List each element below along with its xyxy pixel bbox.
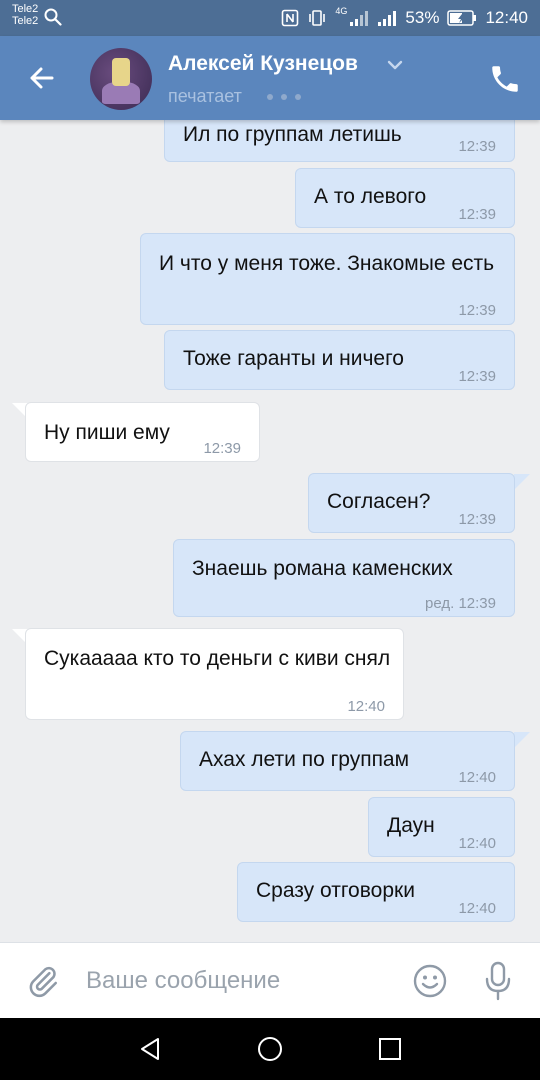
phone-icon[interactable] bbox=[488, 62, 522, 96]
message-text: Тоже гаранты и ничего bbox=[183, 347, 404, 370]
vibrate-icon bbox=[309, 10, 326, 26]
message-bubble-outgoing[interactable]: И что у меня тоже. Знакомые есть 12:39 bbox=[140, 233, 515, 325]
back-arrow-icon[interactable] bbox=[24, 60, 60, 96]
message-time: ред. 12:39 bbox=[425, 595, 496, 612]
network-type: 4G bbox=[335, 6, 348, 16]
signal-icon-2 bbox=[378, 11, 397, 26]
message-time: 12:40 bbox=[347, 698, 385, 715]
avatar-figure-head bbox=[112, 58, 130, 86]
message-time: 12:39 bbox=[458, 138, 496, 155]
avatar[interactable] bbox=[90, 48, 152, 110]
chevron-down-icon[interactable] bbox=[386, 58, 404, 72]
system-nav-bar bbox=[0, 1018, 540, 1080]
battery-percent: 53% bbox=[405, 8, 440, 27]
message-text: Сукааааа кто то деньги с киви снял bbox=[44, 647, 391, 670]
status-bar: Tele2 Tele2 4G 53% 12:40 bbox=[0, 0, 540, 36]
message-text: Ахах лети по группам bbox=[199, 748, 410, 771]
message-bubble-outgoing[interactable]: Сразу отговорки 12:40 bbox=[237, 862, 515, 922]
carrier-2: Tele2 bbox=[12, 15, 39, 27]
bubble-tail bbox=[514, 474, 530, 490]
message-bubble-outgoing[interactable]: Ахах лети по группам 12:40 bbox=[180, 731, 515, 791]
message-time: 12:39 bbox=[458, 511, 496, 528]
paperclip-icon[interactable] bbox=[26, 963, 60, 999]
carrier-1: Tele2 bbox=[12, 3, 39, 15]
bubble-tail bbox=[514, 732, 530, 748]
contact-name[interactable]: Алексей Кузнецов bbox=[168, 52, 358, 76]
signal-icon bbox=[350, 11, 369, 26]
emoji-icon[interactable] bbox=[412, 963, 448, 999]
nav-home-icon[interactable] bbox=[256, 1035, 284, 1063]
message-bubble-outgoing[interactable]: Даун 12:40 bbox=[368, 797, 515, 857]
typing-dot bbox=[295, 94, 301, 100]
nfc-icon bbox=[282, 9, 299, 27]
message-composer bbox=[0, 942, 540, 1018]
typing-dot bbox=[267, 94, 273, 100]
message-text: Знаешь романа каменских bbox=[192, 557, 453, 580]
carrier-names: Tele2 Tele2 bbox=[12, 3, 38, 27]
message-text: Ну пиши ему bbox=[44, 421, 170, 444]
message-time: 12:39 bbox=[203, 440, 241, 457]
message-bubble-incoming[interactable]: Ну пиши ему 12:39 bbox=[25, 402, 260, 462]
message-bubble-outgoing[interactable]: Ил по группам летишь 12:39 bbox=[164, 120, 515, 162]
microphone-icon[interactable] bbox=[484, 961, 512, 1001]
nav-recent-apps-icon[interactable] bbox=[378, 1037, 402, 1061]
message-bubble-outgoing[interactable]: Согласен? 12:39 bbox=[308, 473, 515, 533]
clock: 12:40 bbox=[485, 8, 528, 27]
message-list[interactable]: Ил по группам летишь 12:39 А то левого 1… bbox=[0, 120, 540, 942]
chat-header: Алексей Кузнецов печатает bbox=[0, 36, 540, 120]
typing-indicator bbox=[267, 94, 301, 100]
message-bubble-incoming[interactable]: Сукааааа кто то деньги с киви снял 12:40 bbox=[25, 628, 404, 720]
message-time: 12:39 bbox=[458, 206, 496, 223]
search-icon bbox=[44, 8, 62, 26]
status-icons: 4G 53% 12:40 bbox=[281, 6, 528, 30]
message-time: 12:40 bbox=[458, 769, 496, 786]
message-text: Даун bbox=[387, 814, 435, 837]
typing-status: печатает bbox=[168, 86, 242, 106]
battery-icon bbox=[447, 10, 477, 26]
message-time: 12:39 bbox=[458, 368, 496, 385]
message-text: Сразу отговорки bbox=[256, 879, 415, 902]
message-text: И что у меня тоже. Знакомые есть bbox=[159, 252, 495, 275]
message-text: А то левого bbox=[314, 185, 427, 208]
message-bubble-outgoing[interactable]: Знаешь романа каменских ред. 12:39 bbox=[173, 539, 515, 617]
message-bubble-outgoing[interactable]: А то левого 12:39 bbox=[295, 168, 515, 228]
message-time: 12:40 bbox=[458, 835, 496, 852]
message-text: Согласен? bbox=[327, 490, 431, 513]
message-time: 12:40 bbox=[458, 900, 496, 917]
message-input[interactable] bbox=[86, 961, 386, 1001]
message-time: 12:39 bbox=[458, 302, 496, 319]
nav-back-icon[interactable] bbox=[138, 1036, 164, 1062]
typing-dot bbox=[281, 94, 287, 100]
message-text: Ил по группам летишь bbox=[183, 123, 402, 146]
message-bubble-outgoing[interactable]: Тоже гаранты и ничего 12:39 bbox=[164, 330, 515, 390]
